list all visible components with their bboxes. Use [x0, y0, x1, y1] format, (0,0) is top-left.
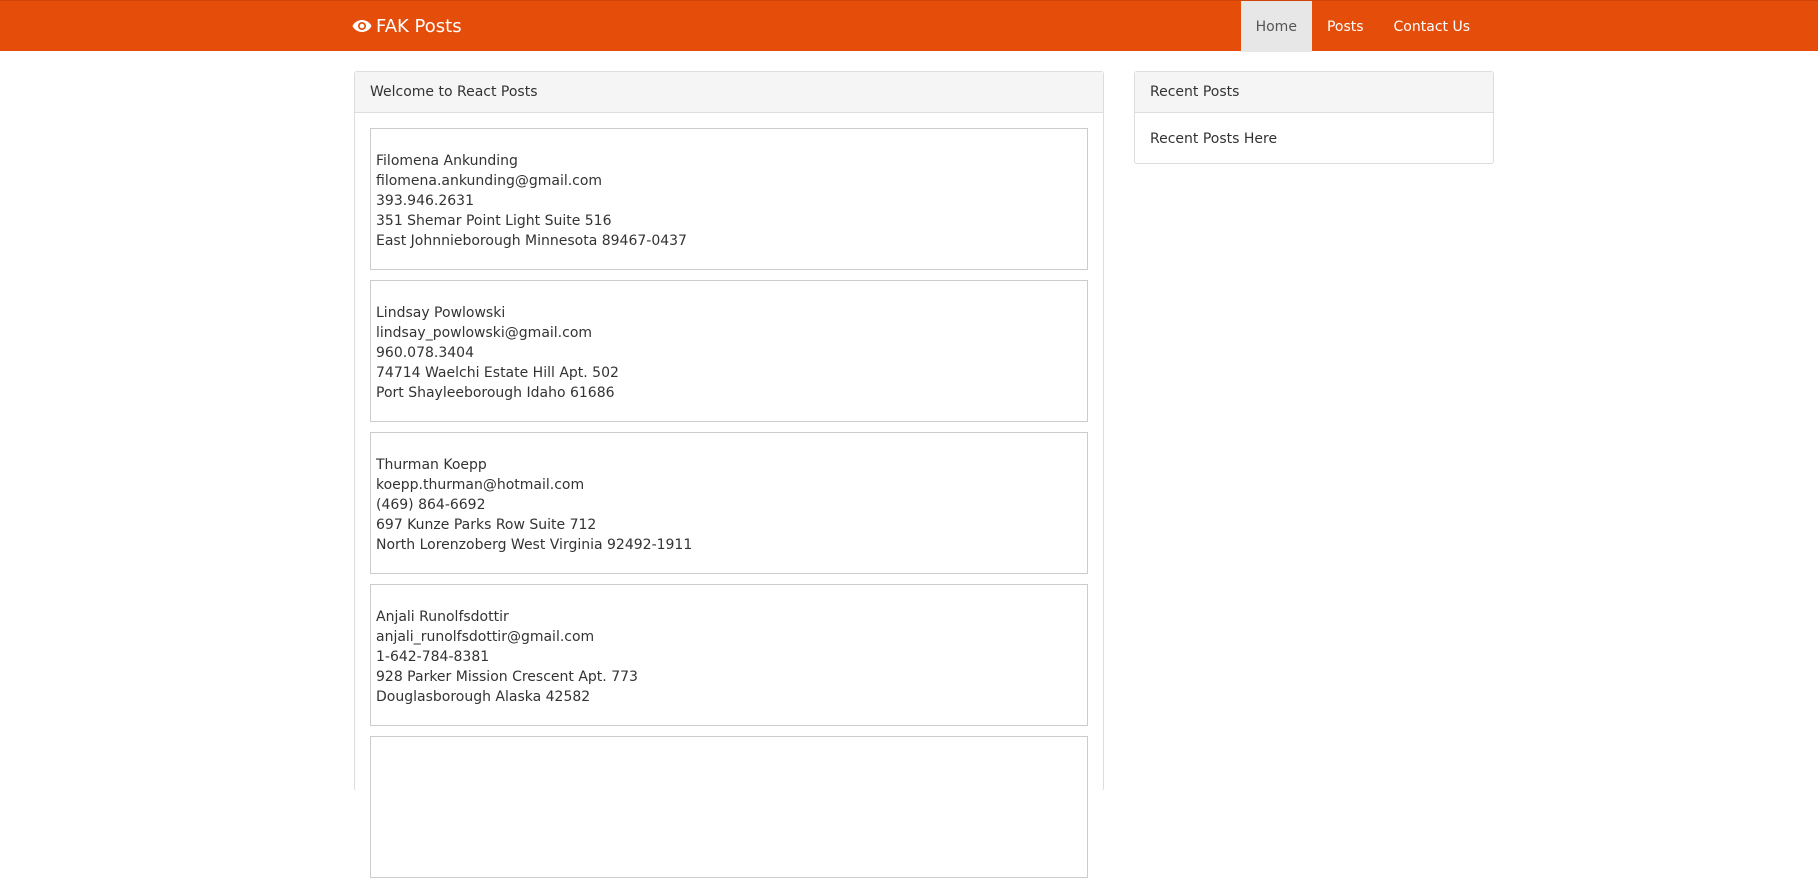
user-phone: 393.946.2631	[376, 193, 474, 209]
user-phone: (469) 864-6692	[376, 497, 486, 513]
user-name: Lindsay Powlowski	[376, 305, 506, 321]
user-card: Filomena Ankunding filomena.ankunding@gm…	[370, 128, 1088, 270]
user-phone: 960.078.3404	[376, 345, 474, 361]
user-name: Thurman Koepp	[376, 457, 487, 473]
user-card: Thurman Koepp koepp.thurman@hotmail.com …	[370, 432, 1088, 574]
user-street: 697 Kunze Parks Row Suite 712	[376, 517, 597, 533]
recent-posts-panel: Recent Posts Recent Posts Here	[1134, 71, 1494, 164]
brand-link[interactable]: FAK Posts	[352, 1, 462, 52]
user-email: koepp.thurman@hotmail.com	[376, 477, 585, 493]
user-name: Anjali Runolfsdottir	[376, 609, 509, 625]
brand-label: FAK Posts	[376, 16, 462, 37]
user-email: filomena.ankunding@gmail.com	[376, 173, 603, 189]
user-street: 928 Parker Mission Crescent Apt. 773	[376, 669, 638, 685]
user-card: Anjali Runolfsdottir anjali_runolfsdotti…	[370, 584, 1088, 726]
user-email: anjali_runolfsdottir@gmail.com	[376, 629, 595, 645]
user-city-line: North Lorenzoberg West Virginia 92492-19…	[376, 537, 693, 553]
welcome-panel: Welcome to React Posts Filomena Ankundin…	[354, 71, 1104, 878]
user-phone: 1-642-784-8381	[376, 649, 490, 665]
user-email: lindsay_powlowski@gmail.com	[376, 325, 593, 341]
nav-item-home[interactable]: Home	[1240, 1, 1312, 52]
user-card	[370, 736, 1088, 878]
nav-item-posts[interactable]: Posts	[1312, 1, 1379, 52]
user-city-line: Douglasborough Alaska 42582	[376, 689, 591, 705]
user-street: 351 Shemar Point Light Suite 516	[376, 213, 612, 229]
nav-item-contact-us[interactable]: Contact Us	[1379, 1, 1485, 52]
recent-posts-heading: Recent Posts	[1135, 72, 1493, 113]
recent-posts-body: Recent Posts Here	[1150, 130, 1278, 147]
user-city-line: Port Shayleeborough Idaho 61686	[376, 385, 615, 401]
user-card: Lindsay Powlowski lindsay_powlowski@gmai…	[370, 280, 1088, 422]
user-street: 74714 Waelchi Estate Hill Apt. 502	[376, 365, 619, 381]
user-name: Filomena Ankunding	[376, 153, 518, 169]
user-city-line: East Johnnieborough Minnesota 89467-0437	[376, 233, 687, 249]
eye-icon	[352, 19, 372, 32]
main-nav: Home Posts Contact Us	[1240, 1, 1485, 52]
welcome-panel-heading: Welcome to React Posts	[355, 72, 1103, 113]
top-navbar: FAK Posts Home Posts Contact Us	[0, 0, 1818, 52]
